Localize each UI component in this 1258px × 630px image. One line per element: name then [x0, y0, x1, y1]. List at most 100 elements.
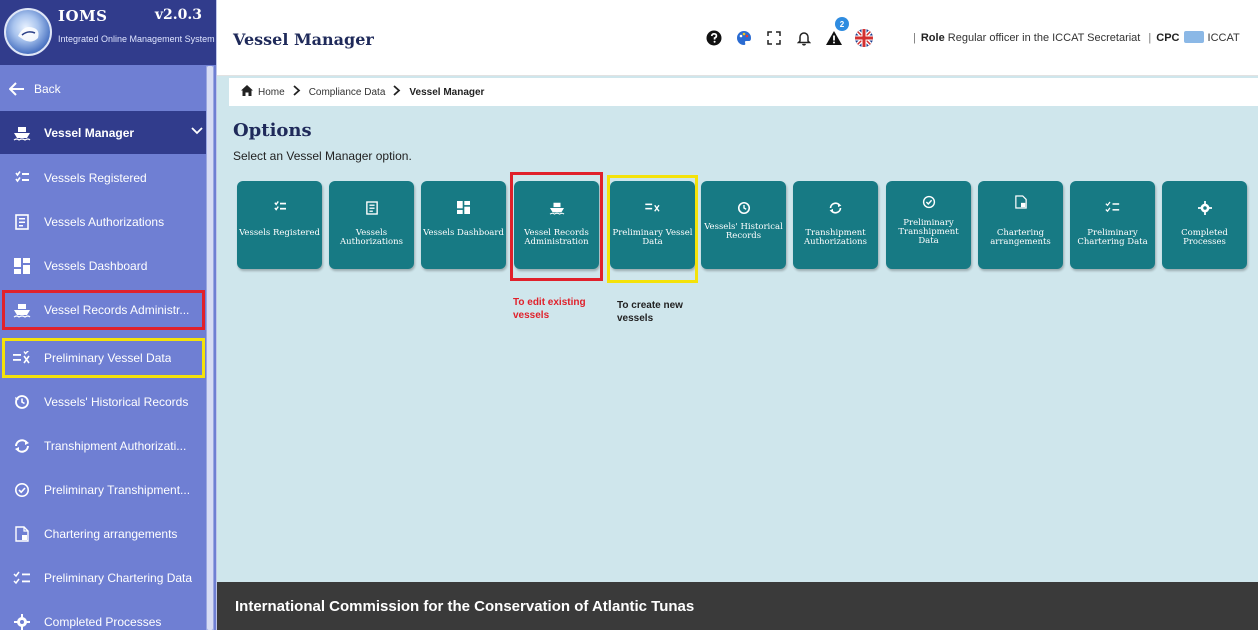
- breadcrumb: Home Compliance Data Vessel Manager: [229, 78, 1258, 106]
- footer: International Commission for the Conserv…: [217, 582, 1258, 630]
- notification-count-badge: 2: [835, 17, 849, 31]
- footer-text: International Commission for the Conserv…: [235, 598, 695, 615]
- tile-preliminary-transhipment-data[interactable]: Preliminary Transhipment Data: [886, 181, 971, 269]
- gear-icon: [1162, 201, 1247, 215]
- sidebar-item-vessels-registered[interactable]: Vessels Registered: [0, 156, 207, 200]
- sidebar-item-label: Vessels Dashboard: [44, 259, 148, 273]
- checklist-icon: [0, 571, 44, 585]
- ship-icon: [0, 125, 44, 141]
- app-subtitle: Integrated Online Management System: [58, 34, 215, 44]
- list-x-icon: [0, 351, 44, 365]
- document-icon: [0, 526, 44, 542]
- sidebar-item-chartering-arrangements[interactable]: Chartering arrangements: [0, 512, 207, 556]
- sidebar-section-vessel-manager[interactable]: Vessel Manager: [0, 111, 207, 154]
- cpc-value: ICCAT: [1207, 32, 1240, 44]
- annotation-create-new: To create new vessels: [617, 300, 683, 324]
- sidebar-scrollbar[interactable]: [206, 66, 214, 630]
- tile-vessels-registered[interactable]: Vessels Registered: [237, 181, 322, 269]
- tile-label: Completed Processes: [1181, 228, 1228, 247]
- sidebar-item-vessels-historical-records[interactable]: Vessels' Historical Records: [0, 380, 207, 424]
- annotation-edit-existing: To edit existing vessels: [513, 297, 586, 321]
- role-info: | Role Regular officer in the ICCAT Secre…: [908, 31, 1240, 44]
- section-label: Vessel Manager: [44, 125, 135, 140]
- transfer-icon: [793, 201, 878, 215]
- role-value: Regular officer in the ICCAT Secretariat: [947, 32, 1141, 44]
- tile-label: Vessels Dashboard: [423, 228, 504, 238]
- tile-vessels-authorizations[interactable]: Vessels Authorizations: [329, 181, 414, 269]
- sidebar-item-label: Vessel Records Administr...: [44, 303, 190, 317]
- transfer-icon: [0, 438, 44, 454]
- home-icon[interactable]: [241, 85, 253, 99]
- tile-completed-processes[interactable]: Completed Processes: [1162, 181, 1247, 269]
- sidebar-item-label: Preliminary Chartering Data: [44, 571, 193, 585]
- tile-vessels-dashboard[interactable]: Vessels Dashboard: [421, 181, 506, 269]
- ship-icon: [0, 302, 44, 318]
- breadcrumb-compliance-data[interactable]: Compliance Data: [309, 87, 386, 98]
- fullscreen-icon[interactable]: [759, 25, 789, 51]
- tile-label: Transhipment Authorizations: [803, 228, 868, 247]
- warning-icon[interactable]: 2: [819, 17, 849, 51]
- sidebar-item-vessels-dashboard[interactable]: Vessels Dashboard: [0, 244, 207, 288]
- sidebar-item-label: Chartering arrangements: [44, 527, 178, 541]
- divider: |: [913, 32, 916, 44]
- options-subtitle: Select an Vessel Manager option.: [233, 149, 412, 163]
- sidebar-item-completed-processes[interactable]: Completed Processes: [0, 600, 207, 630]
- palette-icon[interactable]: [729, 25, 759, 51]
- authorizations-icon: [329, 201, 414, 215]
- tile-vessels-historical-records[interactable]: Vessels' Historical Records: [701, 181, 786, 269]
- back-button[interactable]: Back: [0, 67, 207, 111]
- tile-label: Vessels' Historical Records: [704, 222, 783, 241]
- tile-preliminary-chartering-data[interactable]: Preliminary Chartering Data: [1070, 181, 1155, 269]
- chevron-right-icon: [393, 85, 401, 99]
- tile-transhipment-authorizations[interactable]: Transhipment Authorizations: [793, 181, 878, 269]
- sidebar-item-label: Preliminary Transhipment...: [44, 483, 191, 497]
- chevron-right-icon: [293, 85, 301, 99]
- dashboard-icon: [0, 258, 44, 274]
- brand-header: IOMS v2.0.3 Integrated Online Management…: [0, 0, 216, 65]
- iccat-logo: [4, 8, 52, 56]
- breadcrumb-current: Vessel Manager: [409, 86, 485, 98]
- dashboard-icon: [421, 201, 506, 214]
- tile-chartering-arrangements[interactable]: Chartering arrangements: [978, 181, 1063, 269]
- sidebar-item-vessel-records-administration[interactable]: Vessel Records Administr...: [0, 288, 207, 332]
- authorizations-icon: [0, 214, 44, 230]
- back-label: Back: [34, 82, 61, 96]
- refresh-check-icon: [886, 195, 971, 209]
- help-icon[interactable]: [699, 25, 729, 51]
- options-title: Options: [233, 120, 312, 141]
- divider: |: [1148, 32, 1152, 44]
- tile-label: Vessels Registered: [239, 228, 320, 238]
- vessels-registered-icon: [237, 201, 322, 213]
- role-label: Role: [920, 32, 945, 44]
- uk-flag-icon[interactable]: [849, 25, 879, 51]
- vessels-registered-icon: [0, 171, 44, 185]
- sidebar-item-label: Preliminary Vessel Data: [44, 351, 172, 365]
- history-icon: [0, 394, 44, 410]
- cpc-flag-icon: [1183, 31, 1204, 43]
- bell-icon[interactable]: [789, 25, 819, 51]
- sidebar-item-preliminary-transhipment[interactable]: Preliminary Transhipment...: [0, 468, 207, 512]
- tile-label: Chartering arrangements: [990, 228, 1051, 247]
- sidebar-item-label: Vessels Authorizations: [44, 215, 165, 229]
- gear-icon: [0, 614, 44, 630]
- sidebar-item-preliminary-chartering-data[interactable]: Preliminary Chartering Data: [0, 556, 207, 600]
- sidebar-item-transhipment-authorizations[interactable]: Transhipment Authorizati...: [0, 424, 207, 468]
- document-icon: [978, 195, 1063, 209]
- sidebar-item-vessels-authorizations[interactable]: Vessels Authorizations: [0, 200, 207, 244]
- highlight-box-red: [510, 172, 603, 281]
- header-icons: 2: [699, 17, 879, 51]
- main-content: Home Compliance Data Vessel Manager Opti…: [217, 76, 1258, 582]
- refresh-check-icon: [0, 482, 44, 498]
- sidebar-item-label: Vessels Registered: [44, 171, 147, 185]
- page-header-title: Vessel Manager: [233, 30, 374, 49]
- scrollbar-thumb[interactable]: [207, 66, 213, 630]
- top-header: Vessel Manager 2 | Role Regular officer i…: [217, 0, 1258, 76]
- history-icon: [701, 201, 786, 215]
- tile-label: Vessels Authorizations: [339, 228, 404, 247]
- chevron-down-icon[interactable]: [191, 124, 203, 138]
- checklist-icon: [1070, 201, 1155, 213]
- sidebar-item-preliminary-vessel-data[interactable]: Preliminary Vessel Data: [0, 336, 207, 380]
- sidebar: IOMS v2.0.3 Integrated Online Management…: [0, 0, 217, 630]
- breadcrumb-home[interactable]: Home: [258, 87, 285, 98]
- sidebar-item-label: Transhipment Authorizati...: [44, 439, 187, 453]
